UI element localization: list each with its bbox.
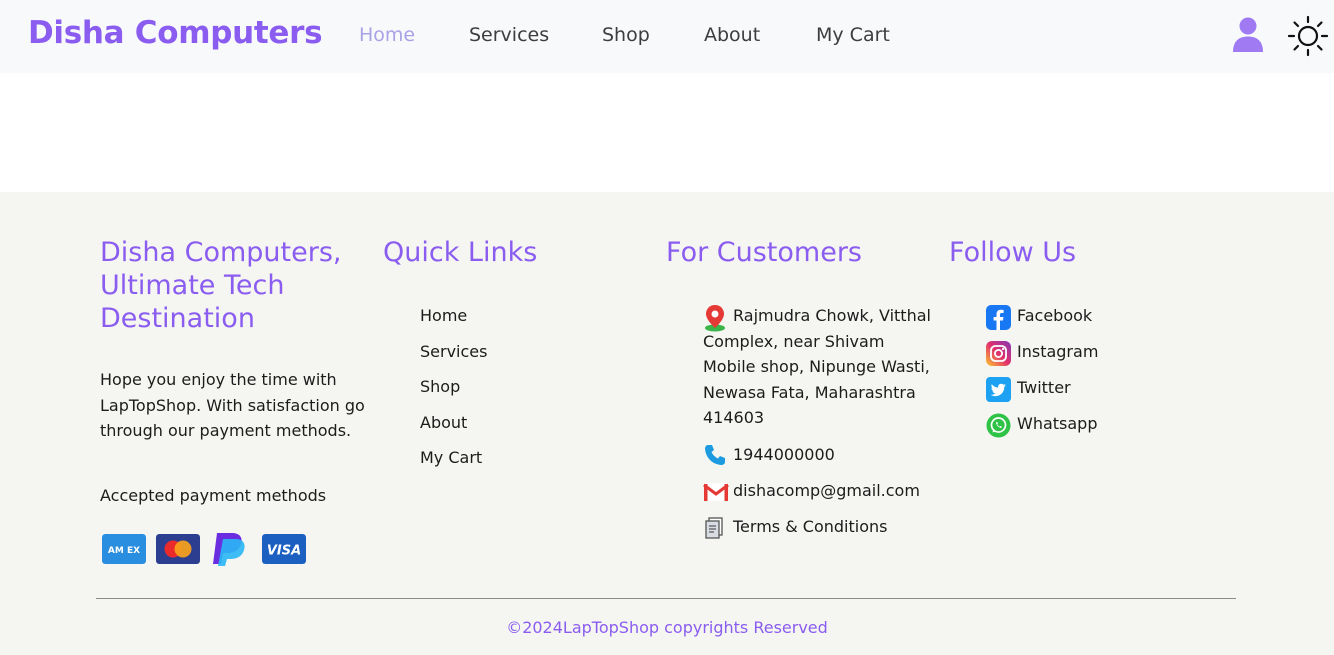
customer-phone[interactable]: 1944000000 — [733, 442, 835, 468]
follow-whatsapp[interactable]: Whatsapp — [1017, 414, 1098, 433]
footer-customers-title: For Customers — [666, 237, 862, 268]
footer-link-shop[interactable]: Shop — [420, 377, 460, 396]
footer-quick-links-title: Quick Links — [383, 237, 538, 268]
whatsapp-icon[interactable] — [986, 413, 1011, 438]
follow-twitter[interactable]: Twitter — [1017, 378, 1071, 397]
customer-terms[interactable]: Terms & Conditions — [733, 514, 887, 540]
copyright-text: ©2024LapTopShop copyrights Reserved — [506, 618, 828, 637]
nav-shop[interactable]: Shop — [602, 24, 650, 46]
follow-instagram[interactable]: Instagram — [1017, 342, 1098, 361]
footer: Disha Computers, Ultimate Tech Destinati… — [0, 192, 1334, 655]
facebook-icon[interactable] — [986, 305, 1011, 330]
footer-about-text: Hope you enjoy the time with LapTopShop.… — [100, 370, 365, 440]
footer-link-services[interactable]: Services — [420, 342, 487, 361]
phone-icon — [705, 445, 725, 465]
follow-facebook[interactable]: Facebook — [1017, 306, 1092, 325]
user-icon[interactable] — [1232, 17, 1264, 53]
customer-email[interactable]: dishacomp@gmail.com — [733, 478, 920, 504]
svg-text:AM EX: AM EX — [108, 546, 140, 556]
nav-about[interactable]: About — [704, 24, 760, 46]
sun-icon[interactable] — [1287, 15, 1329, 57]
customer-address: Rajmudra Chowk, Vitthal Complex, near Sh… — [703, 306, 931, 427]
footer-divider — [96, 598, 1236, 599]
visa-icon: VISA — [262, 534, 306, 564]
nav-home[interactable]: Home — [359, 24, 415, 46]
brand-logo[interactable]: Disha Computers — [28, 15, 323, 51]
nav-services[interactable]: Services — [469, 24, 549, 46]
footer-link-about[interactable]: About — [420, 413, 467, 432]
footer-link-my-cart[interactable]: My Cart — [420, 448, 482, 467]
payment-methods-title: Accepted payment methods — [100, 486, 327, 505]
instagram-icon[interactable] — [986, 341, 1011, 366]
terms-document-icon — [705, 517, 723, 539]
mastercard-icon — [156, 534, 200, 564]
footer-link-home[interactable]: Home — [420, 306, 467, 325]
gmail-icon — [703, 483, 729, 501]
paypal-icon — [213, 533, 245, 566]
navbar: Disha Computers Home Services Shop About… — [0, 0, 1334, 73]
svg-text:VISA: VISA — [267, 544, 301, 559]
footer-follow-title: Follow Us — [949, 237, 1077, 268]
nav-my-cart[interactable]: My Cart — [816, 24, 890, 46]
twitter-icon[interactable] — [986, 377, 1011, 402]
footer-about-title: Disha Computers, Ultimate Tech Destinati… — [100, 237, 342, 334]
amex-icon: AM EX — [102, 534, 146, 564]
